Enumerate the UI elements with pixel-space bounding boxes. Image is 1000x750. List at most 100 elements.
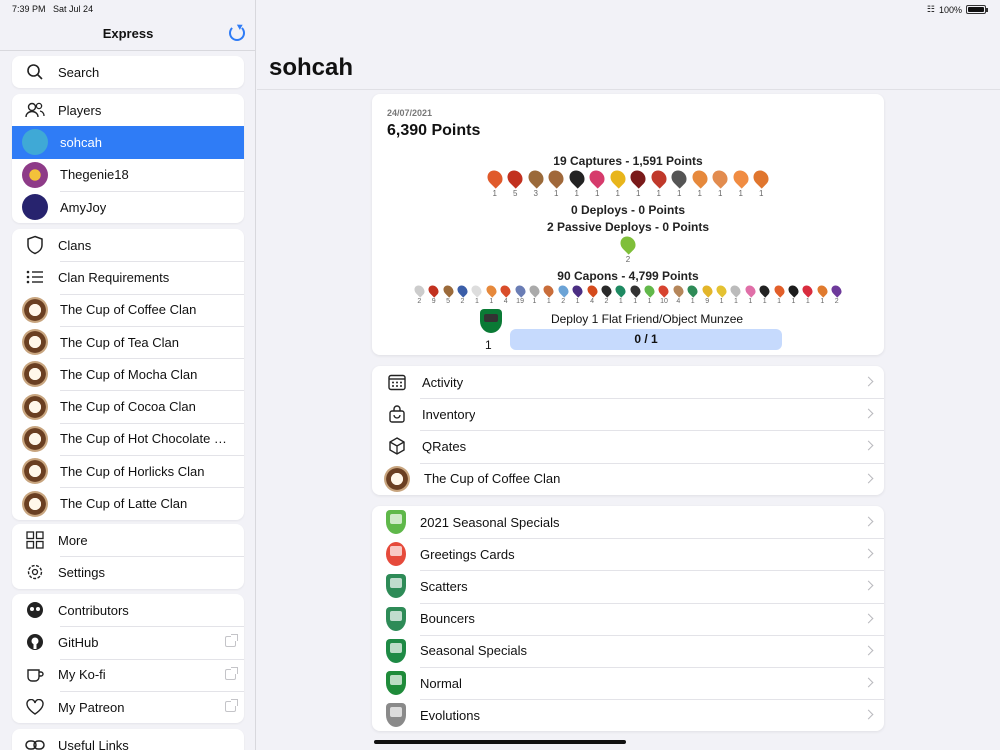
capon-count: 19 [516, 298, 524, 305]
munzee-type-icon [484, 167, 506, 189]
useful-links-item[interactable]: Useful Links [12, 729, 244, 750]
players-header[interactable]: Players [12, 94, 244, 126]
capon-count: 1 [733, 298, 738, 305]
capture-item: 1 [484, 167, 506, 198]
capture-item: 1 [709, 167, 731, 198]
clan-requirements-item[interactable]: Clan Requirements [12, 261, 244, 293]
link-icon [24, 734, 46, 750]
munzee-type-icon [750, 167, 772, 189]
clan-item-cocoa[interactable]: The Cup of Cocoa Clan [12, 390, 244, 422]
category-row-scatters[interactable]: Scatters [372, 570, 884, 602]
player-name: sohcah [60, 134, 102, 150]
category-row-evolutions[interactable]: Evolutions [372, 699, 884, 731]
settings-item[interactable]: Settings [12, 556, 244, 588]
capon-count: 4 [676, 298, 681, 305]
qrates-row[interactable]: QRates [372, 430, 884, 462]
capon-item: 9 [426, 283, 441, 305]
clan-item-hot-chocolate[interactable]: The Cup of Hot Chocolate Cl... [12, 422, 244, 455]
capon-count: 1 [546, 298, 551, 305]
wifi-icon: ☷ [926, 4, 935, 14]
clan-item-tea[interactable]: The Cup of Tea Clan [12, 325, 244, 358]
category-row-2021-seasonal[interactable]: 2021 Seasonal Specials [372, 506, 884, 538]
activity-row[interactable]: Activity [372, 366, 884, 398]
people-icon [24, 99, 46, 121]
munzee-type-icon [545, 167, 567, 189]
munzee-type-icon [668, 167, 690, 189]
capture-count: 1 [554, 189, 559, 198]
capon-count: 2 [604, 298, 609, 305]
clan-name: The Cup of Tea Clan [60, 334, 179, 350]
github-label: GitHub [58, 634, 99, 650]
github-item[interactable]: GitHub [12, 626, 244, 658]
capon-item: 4 [584, 283, 600, 305]
useful-links-label: Useful Links [58, 737, 129, 750]
inventory-row[interactable]: Inventory [372, 398, 884, 430]
daily-summary-card[interactable]: 24/07/2021 6,390 Points 19 Captures - 1,… [372, 94, 884, 355]
qrates-label: QRates [422, 438, 467, 454]
player-links-card: Activity Inventory QRates The Cup of Cof… [372, 366, 884, 495]
player-item-sohcah[interactable]: sohcah [12, 126, 244, 159]
avatar [22, 194, 48, 221]
munzee-type-icon [786, 283, 801, 298]
player-item-amyjoy[interactable]: AmyJoy [12, 190, 244, 223]
refresh-icon[interactable] [229, 25, 245, 41]
settings-label: Settings [58, 564, 105, 580]
status-time: 7:39 PM Sat Jul 24 [12, 4, 94, 14]
munzee-type-icon [743, 283, 758, 298]
capon-count: 1 [748, 298, 753, 305]
munzee-type-icon [426, 283, 441, 298]
divider [0, 50, 255, 51]
capon-item: 1 [786, 283, 801, 305]
clan-logo [22, 490, 48, 517]
capture-item: 1 [545, 167, 567, 198]
home-indicator[interactable] [374, 740, 626, 744]
capon-item: 2 [412, 283, 427, 305]
capon-count: 5 [446, 298, 451, 305]
munzee-type-icon [584, 283, 600, 298]
clan-item-mocha[interactable]: The Cup of Mocha Clan [12, 358, 244, 390]
category-row-normal[interactable]: Normal [372, 666, 884, 699]
normal-munzee-icon [386, 671, 406, 696]
capon-item: 1 [541, 283, 556, 305]
capon-count: 1 [474, 298, 479, 305]
battery-percent: 100% [938, 4, 962, 15]
clan-item-coffee[interactable]: The Cup of Coffee Clan [12, 293, 244, 326]
clans-header[interactable]: Clans [12, 229, 244, 261]
task-progress-text: 0 / 1 [634, 332, 658, 346]
clan-logo [22, 393, 48, 420]
capon-count: 1 [618, 298, 623, 305]
capon-item: 2 [829, 283, 844, 305]
main-content: sohcah 24/07/2021 6,390 Points 19 Captur… [257, 0, 1000, 750]
more-item[interactable]: More [12, 524, 244, 556]
capture-item: 1 [607, 167, 629, 198]
clan-row[interactable]: The Cup of Coffee Clan [372, 462, 884, 495]
avatar [22, 161, 48, 188]
passive-deploy-count: 2 [625, 255, 631, 264]
seasonal-special-icon [386, 638, 406, 663]
munzee-type-icon [455, 283, 470, 298]
capture-item: 1 [627, 167, 649, 198]
activity-label: Activity [422, 374, 464, 390]
capture-item: 1 [689, 167, 711, 198]
capon-count: 1 [791, 298, 796, 305]
player-item-thegenie18[interactable]: Thegenie18 [12, 159, 244, 191]
clan-logo [22, 361, 48, 388]
clan-item-latte[interactable]: The Cup of Latte Clan [12, 487, 244, 519]
category-row-bouncers[interactable]: Bouncers [372, 602, 884, 635]
search-item[interactable]: Search [12, 56, 244, 88]
list-icon [24, 266, 46, 288]
contributors-item[interactable]: Contributors [12, 594, 244, 626]
category-row-seasonal-specials[interactable]: Seasonal Specials [372, 634, 884, 667]
passive-deploy-item: 2 [617, 233, 639, 264]
capon-item: 1 [714, 283, 729, 305]
capons-icon-row: 2 9 5 2 1 1 4 19 1 1 2 1 4 2 1 1 1 10 4 1 9 1 1 1 1 1 1 1 1 2 [372, 283, 884, 305]
category-row-greetings-cards[interactable]: Greetings Cards [372, 538, 884, 570]
patreon-item[interactable]: My Patreon [12, 690, 244, 723]
capon-count: 1 [489, 298, 494, 305]
munzee-type-icon [617, 233, 639, 255]
clan-logo [22, 458, 48, 485]
kofi-item[interactable]: My Ko-fi [12, 658, 244, 691]
category-label: Greetings Cards [420, 546, 515, 562]
contributors-icon [24, 599, 46, 621]
clan-item-horlicks[interactable]: The Cup of Horlicks Clan [12, 455, 244, 487]
